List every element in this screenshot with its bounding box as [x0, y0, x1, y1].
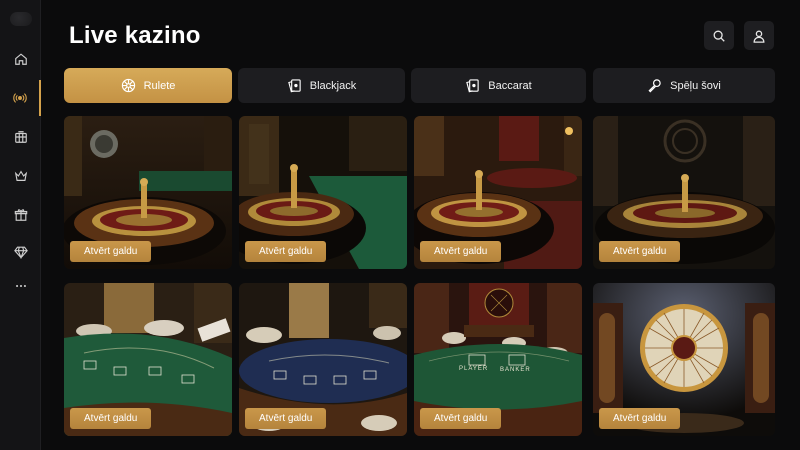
open-table-button[interactable]: Atvērt galdu — [420, 241, 502, 262]
open-table-button[interactable]: Atvērt galdu — [245, 241, 327, 262]
profile-button[interactable] — [744, 21, 774, 50]
tab-baccarat[interactable]: Baccarat — [411, 68, 586, 103]
table-label-banker: BANKER — [500, 367, 531, 373]
sidebar-item-slots[interactable] — [0, 119, 41, 155]
game-card-money-wheel[interactable]: Atvērt galdu — [593, 283, 775, 436]
user-icon — [753, 30, 765, 43]
tab-blackjack[interactable]: Blackjack — [238, 68, 405, 103]
game-card-blackjack-1[interactable]: Atvērt galdu — [64, 283, 232, 436]
sidebar-item-live[interactable] — [0, 80, 41, 116]
gift-icon — [14, 209, 27, 221]
game-card-blackjack-2[interactable]: Atvērt galdu — [239, 283, 407, 436]
tab-label: Baccarat — [488, 79, 532, 92]
cards-icon — [287, 79, 301, 93]
page-title: Live kazino — [69, 22, 201, 49]
logo[interactable] — [10, 12, 32, 26]
tab-label: Spēļu šovi — [670, 79, 721, 92]
search-button[interactable] — [704, 21, 734, 50]
tab-label: Blackjack — [309, 79, 357, 92]
table-label-player: PLAYER — [459, 366, 489, 372]
game-card-baccarat[interactable]: PLAYER BANKER Atvērt galdu — [414, 283, 582, 436]
sidebar — [0, 0, 41, 450]
tab-game-shows[interactable]: Spēļu šovi — [593, 68, 775, 103]
open-table-button[interactable]: Atvērt galdu — [70, 408, 152, 429]
diamond-icon — [13, 246, 28, 259]
more-icon — [15, 284, 26, 288]
casino-machine-icon — [14, 131, 27, 143]
roulette-icon — [121, 78, 135, 93]
open-table-button[interactable]: Atvērt galdu — [599, 241, 681, 262]
tab-label: Rulete — [143, 79, 176, 92]
open-table-button[interactable]: Atvērt galdu — [70, 241, 152, 262]
crown-icon — [14, 170, 27, 181]
game-card-roulette-3[interactable]: Atvērt galdu — [414, 116, 582, 269]
sidebar-item-vip[interactable] — [0, 158, 41, 194]
open-table-button[interactable]: Atvērt galdu — [599, 408, 681, 429]
sidebar-item-home[interactable] — [0, 41, 41, 77]
live-broadcast-icon — [12, 93, 27, 103]
open-table-button[interactable]: Atvērt galdu — [245, 408, 327, 429]
open-table-button[interactable]: Atvērt galdu — [420, 408, 502, 429]
search-icon — [713, 30, 725, 42]
tab-roulette[interactable]: Rulete — [64, 68, 232, 103]
game-card-roulette-2[interactable]: Atvērt galdu — [239, 116, 407, 269]
sidebar-item-loyalty[interactable] — [0, 234, 41, 270]
game-card-roulette-4[interactable]: Atvērt galdu — [593, 116, 775, 269]
game-card-roulette-1[interactable]: Atvērt galdu — [64, 116, 232, 269]
microphone-icon — [648, 79, 661, 93]
sidebar-item-more[interactable] — [0, 268, 41, 304]
sidebar-item-bonuses[interactable] — [0, 197, 41, 233]
cards-icon — [466, 79, 479, 93]
home-icon — [14, 53, 27, 65]
